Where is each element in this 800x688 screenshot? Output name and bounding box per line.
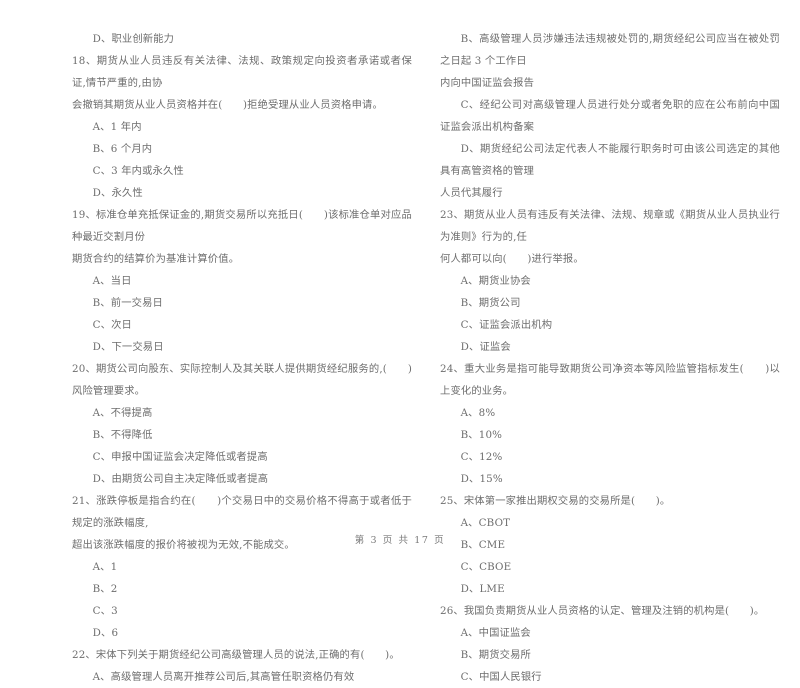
left-text-column: D、职业创新能力 18、期货从业人员违反有关法律、法规、政策规定向投资者承诺或者保… bbox=[72, 28, 412, 688]
answer-option: B、2 bbox=[92, 583, 118, 595]
answer-option: D、6 bbox=[92, 627, 119, 639]
answer-option: C、次日 bbox=[92, 319, 132, 331]
answer-option: A、CBOT bbox=[460, 517, 511, 529]
two-column-body: D、职业创新能力 18、期货从业人员违反有关法律、法规、政策规定向投资者承诺或者保… bbox=[0, 28, 800, 688]
question-stem: 26、我国负责期货从业人员资格的认定、管理及注销的机构是( )。 bbox=[440, 605, 765, 617]
question-stem: 19、标准仓单充抵保证金的,期货交易所以充抵日( )该标准仓单对应品种最近交割月… bbox=[72, 209, 412, 243]
answer-option: B、10% bbox=[460, 429, 503, 441]
answer-option: A、8% bbox=[460, 407, 496, 419]
question-stem-continued: 何人都可以向( )进行举报。 bbox=[440, 253, 584, 265]
answer-option: C、12% bbox=[460, 451, 503, 463]
question-stem: 18、期货从业人员违反有关法律、法规、政策规定向投资者承诺或者保证,情节严重的,… bbox=[72, 55, 412, 89]
question-stem-continued: 期货合约的结算价为基准计算价值。 bbox=[72, 253, 240, 265]
answer-option: A、1 bbox=[92, 561, 118, 573]
answer-option: A、当日 bbox=[92, 275, 132, 287]
question-stem: 23、期货从业人员有违反有关法律、法规、规章或《期货从业人员执业行为准则》行为的… bbox=[440, 209, 780, 243]
question-stem: 22、宋体下列关于期货经纪公司高级管理人员的说法,正确的有( )。 bbox=[72, 649, 400, 661]
answer-option: D、下一交易日 bbox=[92, 341, 164, 353]
page-footer: 第 3 页 共 17 页 bbox=[354, 535, 446, 546]
answer-option: B、期货公司 bbox=[460, 297, 521, 309]
answer-option: B、前一交易日 bbox=[92, 297, 163, 309]
answer-option: B、期货交易所 bbox=[460, 649, 531, 661]
answer-option: D、证监会 bbox=[460, 341, 511, 353]
answer-option: A、不得提高 bbox=[92, 407, 153, 419]
answer-option: A、中国证监会 bbox=[460, 627, 531, 639]
answer-option: C、3 bbox=[92, 605, 118, 617]
answer-option: A、1 年内 bbox=[92, 121, 142, 133]
answer-option: A、期货业协会 bbox=[460, 275, 531, 287]
answer-option: B、高级管理人员涉嫌违法违规被处罚的,期货经纪公司应当在被处罚之日起 3 个工作… bbox=[440, 33, 780, 67]
answer-option: B、6 个月内 bbox=[92, 143, 153, 155]
answer-option: A、高级管理人员离开推荐公司后,其高管任职资格仍有效 bbox=[92, 671, 355, 683]
answer-option: C、CBOE bbox=[460, 561, 512, 573]
answer-option: D、永久性 bbox=[92, 187, 143, 199]
answer-option: D、职业创新能力 bbox=[92, 33, 175, 45]
question-stem-continued: 内向中国证监会报告 bbox=[440, 77, 535, 89]
answer-option: D、15% bbox=[460, 473, 503, 485]
question-stem: 24、重大业务是指可能导致期货公司净资本等风险监管指标发生( )以上变化的业务。 bbox=[440, 363, 780, 397]
question-stem: 21、涨跌停板是指合约在( )个交易日中的交易价格不得高于或者低于规定的涨跌幅度… bbox=[72, 495, 412, 529]
question-stem: 20、期货公司向股东、实际控制人及其关联人提供期货经纪服务的,( )风险管理要求… bbox=[72, 363, 412, 397]
exam-page: D、职业创新能力 18、期货从业人员违反有关法律、法规、政策规定向投资者承诺或者保… bbox=[0, 0, 800, 683]
question-stem-continued: 人员代其履行 bbox=[440, 187, 503, 199]
answer-option: B、不得降低 bbox=[92, 429, 153, 441]
answer-option: D、由期货公司自主决定降低或者提高 bbox=[92, 473, 269, 485]
answer-option: C、3 年内或永久性 bbox=[92, 165, 184, 177]
answer-option: C、中国人民银行 bbox=[460, 671, 542, 683]
answer-option: D、LME bbox=[460, 583, 505, 595]
answer-option: C、经纪公司对高级管理人员进行处分或者免职的应在公布前向中国证监会派出机构备案 bbox=[440, 99, 780, 133]
question-stem: 25、宋体第一家推出期权交易的交易所是( )。 bbox=[440, 495, 671, 507]
right-text-column: B、高级管理人员涉嫌违法违规被处罚的,期货经纪公司应当在被处罚之日起 3 个工作… bbox=[440, 28, 780, 688]
answer-option: D、期货经纪公司法定代表人不能履行职务时可由该公司选定的其他具有高管资格的管理 bbox=[440, 143, 780, 177]
answer-option: C、证监会派出机构 bbox=[460, 319, 553, 331]
answer-option: C、申报中国证监会决定降低或者提高 bbox=[92, 451, 268, 463]
question-stem-continued: 会撤销其期货从业人员资格并在( )拒绝受理从业人员资格申请。 bbox=[72, 99, 383, 111]
